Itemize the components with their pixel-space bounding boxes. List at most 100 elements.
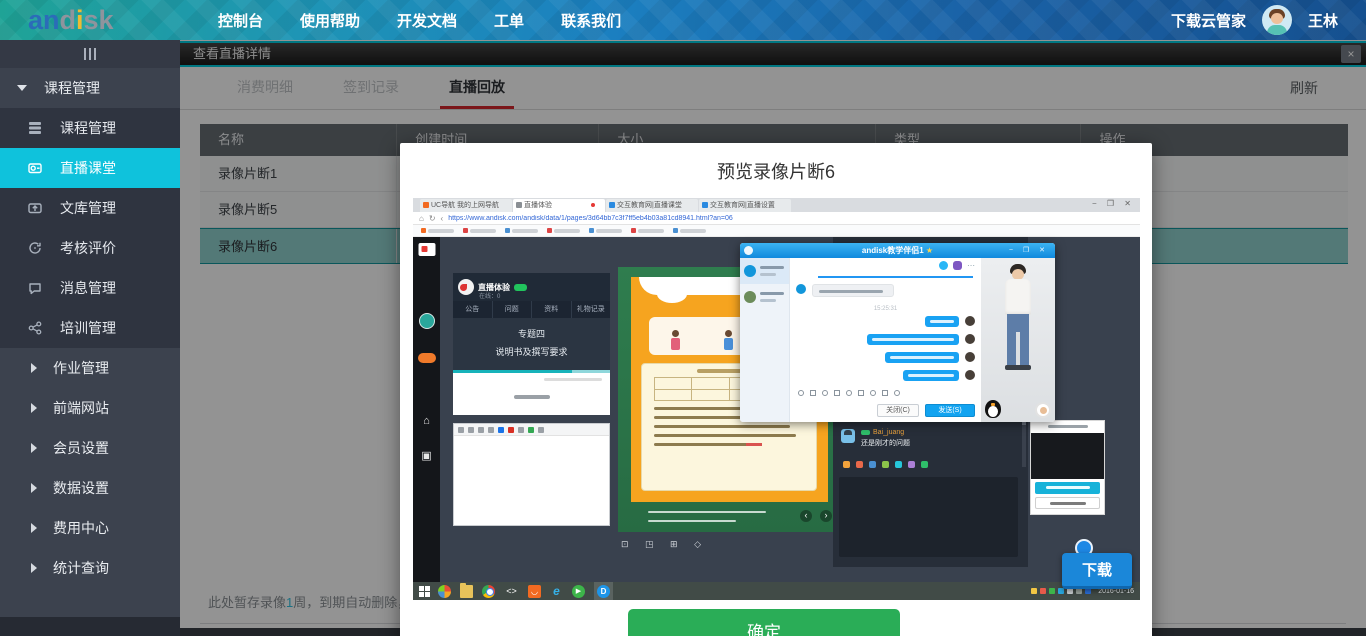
sidebar-item-training[interactable]: 培训管理 xyxy=(0,308,180,348)
caret-right-icon xyxy=(31,363,37,373)
sidebar-group-label: 作业管理 xyxy=(53,358,109,378)
slide-headline: 专题四 xyxy=(453,318,610,340)
qq-show-photo xyxy=(981,258,1055,422)
sidebar-group-label: 会员设置 xyxy=(53,438,109,458)
chalk-writing xyxy=(648,511,766,513)
sidebar-group-label: 统计查询 xyxy=(53,558,109,578)
modal-title: 预览录像片断6 xyxy=(400,143,1152,184)
sidebar-item-library-mgmt[interactable]: 文库管理 xyxy=(0,188,180,228)
browser-icon xyxy=(482,585,495,598)
sidebar-item-live-classroom[interactable]: 直播课堂 xyxy=(0,148,180,188)
room-body: 专题四 说明书及撰写要求 xyxy=(453,318,610,370)
bookmarks-bar xyxy=(413,225,1140,237)
gift-icon: ▣ xyxy=(421,449,431,462)
room-footer xyxy=(453,373,610,415)
logo[interactable]: andisk xyxy=(28,0,114,40)
app-sidebar: ⌂ ▣ xyxy=(413,237,440,582)
chat-username: Bai_juang xyxy=(873,429,904,436)
caret-right-icon xyxy=(31,523,37,533)
favicon xyxy=(609,202,615,208)
sidebar-collapse-button[interactable] xyxy=(0,40,180,68)
sidebar-item-assessment[interactable]: 考核评价 xyxy=(0,228,180,268)
nav-item-contact[interactable]: 联系我们 xyxy=(561,10,621,31)
assessment-refresh-icon xyxy=(27,240,43,256)
sidebar-group-billing[interactable]: 费用中心 xyxy=(0,508,180,548)
sidebar-group-course[interactable]: 课程管理 xyxy=(0,68,180,108)
bookmark-item xyxy=(463,228,496,233)
chat-input-box xyxy=(839,477,1018,557)
live-camera-icon xyxy=(27,160,43,176)
username[interactable]: 王林 xyxy=(1308,10,1338,31)
bookmark-item xyxy=(421,228,454,233)
nav-right: 下载云管家 王林 xyxy=(1171,0,1338,40)
bookmark-item xyxy=(631,228,664,233)
presenter-avatar-icon xyxy=(419,313,435,329)
qq-chat-window: andisk教学伴侣1 ★ − ❐ ✕ ⋯ 15:25:31 xyxy=(740,243,1055,422)
download-button[interactable]: 下载 xyxy=(1062,553,1132,589)
sidebar-group-label: 前端网站 xyxy=(53,398,109,418)
url-text: https://www.andisk.com/andisk/data/1/pag… xyxy=(448,215,733,222)
taskbar-icons: <> ◡ e ▶ D xyxy=(438,582,613,600)
online-count: 在线：0 xyxy=(479,291,500,300)
nav-item-console[interactable]: 控制台 xyxy=(218,10,263,31)
sidebar-item-messages[interactable]: 消息管理 xyxy=(0,268,180,308)
sidebar-item-label: 课程管理 xyxy=(60,118,116,138)
sidebar-group-stats[interactable]: 统计查询 xyxy=(0,548,180,588)
sidebar-group-label: 费用中心 xyxy=(53,518,109,538)
chat-timestamp: 15:25:31 xyxy=(790,306,981,312)
logo-part: i xyxy=(76,5,84,35)
nav-item-devdocs[interactable]: 开发文档 xyxy=(397,10,457,31)
top-navbar: andisk 控制台 使用帮助 开发文档 工单 联系我们 下载云管家 王林 xyxy=(0,0,1366,40)
sidebar: 课程管理 课程管理 直播课堂 文库管理 考核评价 xyxy=(0,40,180,636)
sidebar-item-label: 直播课堂 xyxy=(60,158,116,178)
browser-tab-title: UC导航 我的上网导航 xyxy=(431,202,499,209)
room-tabs: 公告 问题 资料 礼物记录 xyxy=(453,301,610,318)
mini-primary-button xyxy=(1035,482,1100,494)
small-avatar xyxy=(1035,402,1051,418)
recording-preview-image: UC导航 我的上网导航 直播体验 交互教育网|直播课堂 交互教育网|直播设置 −… xyxy=(413,198,1140,600)
sidebar-item-label: 培训管理 xyxy=(60,318,116,338)
sidebar-item-course-mgmt[interactable]: 课程管理 xyxy=(0,108,180,148)
browser-tab-active: 直播体验 xyxy=(513,199,605,212)
nav-item-tickets[interactable]: 工单 xyxy=(494,10,524,31)
code-app-icon: <> xyxy=(504,585,519,598)
room-avatar-icon xyxy=(458,279,474,295)
confirm-button[interactable]: 确定 xyxy=(628,609,900,636)
refresh-icon: ↻ xyxy=(429,214,436,223)
sidebar-group-data[interactable]: 数据设置 xyxy=(0,468,180,508)
user-avatar[interactable] xyxy=(1262,5,1292,35)
text-editor-panel xyxy=(453,423,610,526)
uc-browser-icon: ◡ xyxy=(528,585,541,598)
qq-app-icon xyxy=(744,246,753,255)
live-room-header: 直播体验 在线：0 xyxy=(453,273,610,301)
logo-part: d xyxy=(60,5,77,35)
role-badge xyxy=(861,430,870,435)
explorer-icon xyxy=(460,585,473,598)
download-manager-link[interactable]: 下载云管家 xyxy=(1171,10,1246,31)
qq-window-title: andisk教学伴侣1 xyxy=(862,246,924,255)
sidebar-submenu: 课程管理 直播课堂 文库管理 考核评价 消息管理 xyxy=(0,108,180,348)
browser-tab: UC导航 我的上网导航 xyxy=(420,199,512,212)
mini-secondary-button xyxy=(1035,497,1100,509)
slide-subline: 说明书及撰写要求 xyxy=(453,340,610,358)
home-icon: ⌂ xyxy=(419,214,424,223)
nav-item-help[interactable]: 使用帮助 xyxy=(300,10,360,31)
app-logo-icon xyxy=(418,243,435,256)
sidebar-group-frontend[interactable]: 前端网站 xyxy=(0,388,180,428)
favicon xyxy=(702,202,708,208)
nav-menu: 控制台 使用帮助 开发文档 工单 联系我们 xyxy=(218,0,621,40)
bookmark-item xyxy=(589,228,622,233)
qq-window-controls: − ❐ ✕ xyxy=(1009,243,1049,258)
browser-tab: 交互教育网|直播课堂 xyxy=(606,199,698,212)
sidebar-group-members[interactable]: 会员设置 xyxy=(0,428,180,468)
stage-toolbar-icons: ⊡ ◳ ⊞ ◇ xyxy=(621,539,708,550)
home-icon: ⌂ xyxy=(423,415,430,427)
live-status-badge xyxy=(514,284,527,291)
sidebar-footer xyxy=(0,617,180,636)
qq-contact xyxy=(740,284,789,310)
logo-part: sk xyxy=(84,5,114,35)
next-slide-icon: › xyxy=(820,510,832,522)
sidebar-group-homework[interactable]: 作业管理 xyxy=(0,348,180,388)
emoji-toolbar xyxy=(798,390,900,396)
browser-tab-title: 直播体验 xyxy=(524,202,552,209)
